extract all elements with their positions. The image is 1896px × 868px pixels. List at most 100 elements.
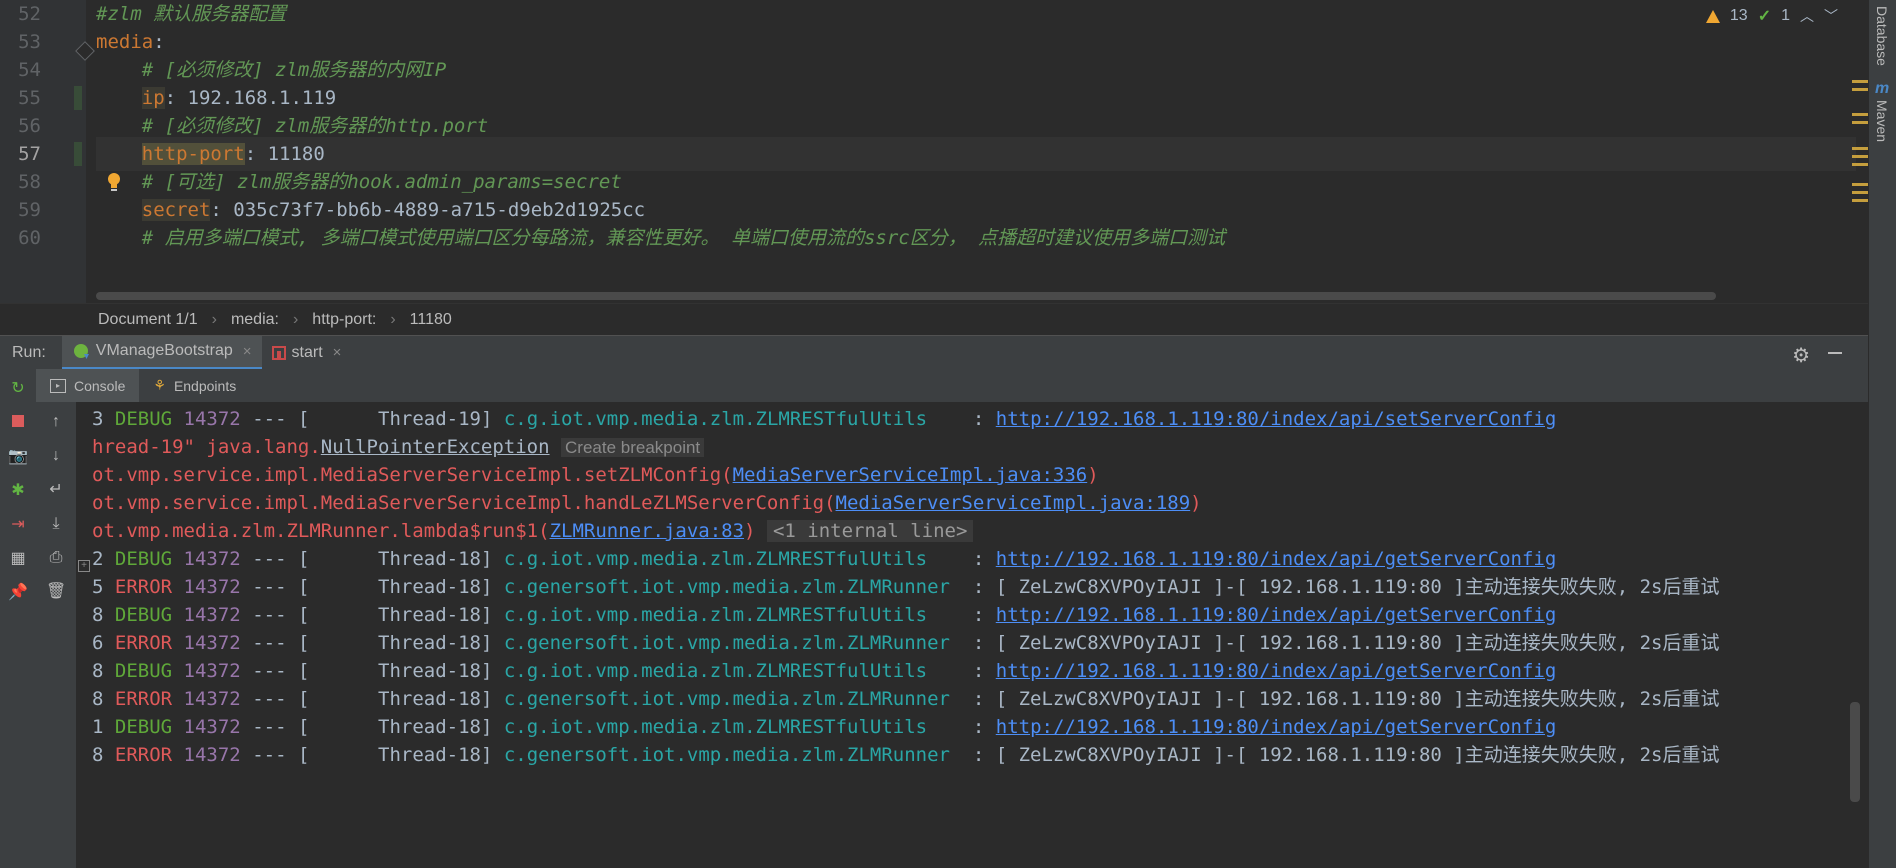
console-line: 8 ERROR 14372 --- [ Thread-18] c.generso… xyxy=(92,738,1720,772)
breadcrumb-item[interactable]: 11180 xyxy=(410,311,452,329)
console-token: 8 xyxy=(92,660,115,682)
console-link[interactable]: http://192.168.1.119:80/index/api/getSer… xyxy=(996,604,1557,626)
pin-icon[interactable]: 📌 xyxy=(8,583,28,603)
console-token: 8 xyxy=(92,744,115,766)
console-icon: ▸ xyxy=(50,378,66,393)
error-stripe[interactable] xyxy=(1852,75,1868,235)
code-editor[interactable]: 52 53 54 55 56 57 58 59 60 #zlm 默认服务器配置 media: # … xyxy=(0,0,1868,303)
console-token: ERROR xyxy=(114,576,173,598)
chevron-down-icon[interactable]: ﹀ xyxy=(1824,6,1838,26)
arrow-up-icon[interactable]: ↑ xyxy=(46,412,66,432)
console-tabs: ▸ Console ⚘ Endpoints xyxy=(36,369,1868,402)
code-token: : xyxy=(153,31,165,53)
console-token: : xyxy=(961,548,996,570)
tab-endpoints[interactable]: ⚘ Endpoints xyxy=(139,369,250,402)
internal-lines-fold[interactable]: <1 internal line> xyxy=(766,520,974,542)
console-token xyxy=(172,744,183,766)
npm-icon xyxy=(271,345,286,360)
console-token: 14372 xyxy=(183,576,241,598)
console-token: ot.vmp.service.impl.MediaServerServiceIm… xyxy=(92,492,836,514)
layout-icon[interactable]: ▦ xyxy=(8,549,28,569)
console-token xyxy=(172,632,183,654)
console-token: --- [ Thread-18] xyxy=(240,660,504,682)
maven-tool-button[interactable]: Maven xyxy=(1874,100,1890,142)
stop-icon[interactable] xyxy=(8,413,28,433)
console-token xyxy=(550,436,561,458)
console-token xyxy=(172,408,183,430)
console-token: --- [ Thread-19] xyxy=(240,408,504,430)
console-token: c.g.iot.vmp.media.zlm.ZLMRESTfulUtils xyxy=(503,548,962,570)
run-toolwindow-header: Run: VManageBootstrap × start × ⚙ xyxy=(0,335,1868,370)
console-token: NullPointerException xyxy=(320,436,550,458)
code-token: : 192.168.1.119 xyxy=(164,87,337,109)
console-link[interactable]: ZLMRunner.java:83 xyxy=(550,520,744,542)
console-token: c.genersoft.iot.vmp.media.zlm.ZLMRunner xyxy=(503,744,962,766)
maven-icon: m xyxy=(1875,80,1890,97)
console-token: 14372 xyxy=(183,744,241,766)
close-icon[interactable]: × xyxy=(243,343,252,360)
camera-icon[interactable]: 📷 xyxy=(8,447,28,467)
console-token: 1 xyxy=(92,716,115,738)
endpoints-icon: ⚘ xyxy=(153,377,166,393)
console-token: c.g.iot.vmp.media.zlm.ZLMRESTfulUtils xyxy=(503,604,962,626)
console-token: c.genersoft.iot.vmp.media.zlm.ZLMRunner xyxy=(503,632,962,654)
print-icon[interactable]: ⎙ xyxy=(46,548,66,568)
expand-icon[interactable]: + xyxy=(78,560,90,572)
code-line[interactable]: # 启用多端口模式, 多端口模式使用端口区分每路流，兼容性更好。 单端口使用流的… xyxy=(96,221,1856,255)
arrow-down-icon[interactable]: ↓ xyxy=(46,446,66,466)
breadcrumb: Document 1/1 › media: › http-port: › 111… xyxy=(0,303,1868,335)
console-output[interactable]: 3 DEBUG 14372 --- [ Thread-19] c.g.iot.v… xyxy=(76,402,1868,868)
run-tab-vmanagebootstrap[interactable]: VManageBootstrap × xyxy=(61,335,262,370)
database-tool-button[interactable]: Database xyxy=(1874,6,1890,66)
inspection-widget[interactable]: 13 ✓ 1 ︿ ﹀ xyxy=(1705,6,1838,26)
console-link[interactable]: MediaServerServiceImpl.java:189 xyxy=(836,492,1191,514)
weak-warning-count: 1 xyxy=(1781,7,1790,24)
console-token: ) xyxy=(744,520,756,542)
horizontal-scrollbar[interactable] xyxy=(96,292,1716,300)
warning-count: 13 xyxy=(1729,7,1748,24)
code-token: : 11180 xyxy=(244,143,325,165)
code-token: media xyxy=(96,31,154,53)
console-token: --- [ Thread-18] xyxy=(240,604,504,626)
run-label: Run: xyxy=(12,343,46,361)
minimize-icon[interactable] xyxy=(1828,352,1842,354)
console-token: 2 xyxy=(92,548,115,570)
exit-icon[interactable]: ⇥ xyxy=(8,515,28,535)
run-left-toolbar: ↻ 📷 ✱ ⇥ ▦ 📌 xyxy=(0,369,36,868)
right-tool-strip: Database m Maven xyxy=(1868,0,1896,868)
breadcrumb-item[interactable]: media: xyxy=(231,311,279,329)
console-link[interactable]: http://192.168.1.119:80/index/api/setSer… xyxy=(996,408,1557,430)
chevron-up-icon[interactable]: ︿ xyxy=(1800,6,1814,26)
console-link[interactable]: http://192.168.1.119:80/index/api/getSer… xyxy=(996,548,1557,570)
run-tab-label: start xyxy=(291,343,323,361)
console-toolbar: ↑ ↓ ↵ ⤓ ⎙ 🗑 xyxy=(36,402,77,868)
console-token: : [ ZeLzwC8XVPOyIAJI ]-[ 192.168.1.119:8… xyxy=(961,632,1720,654)
console-token: 8 xyxy=(92,688,115,710)
tab-console[interactable]: ▸ Console xyxy=(36,369,140,402)
console-token: c.genersoft.iot.vmp.media.zlm.ZLMRunner xyxy=(503,688,962,710)
console-token: : [ ZeLzwC8XVPOyIAJI ]-[ 192.168.1.119:8… xyxy=(961,688,1720,710)
close-icon[interactable]: × xyxy=(333,344,342,361)
console-token: : [ ZeLzwC8XVPOyIAJI ]-[ 192.168.1.119:8… xyxy=(961,744,1720,766)
gear-icon[interactable]: ⚙ xyxy=(1792,343,1810,368)
debug-icon[interactable]: ✱ xyxy=(8,481,28,501)
scroll-to-end-icon[interactable]: ⤓ xyxy=(46,514,66,534)
change-marker xyxy=(74,86,82,110)
breadcrumb-item[interactable]: Document 1/1 xyxy=(98,311,198,329)
console-token: ot.vmp.service.impl.MediaServerServiceIm… xyxy=(92,464,733,486)
console-link[interactable]: http://192.168.1.119:80/index/api/getSer… xyxy=(996,660,1557,682)
rerun-icon[interactable]: ↻ xyxy=(8,379,28,399)
run-tab-start[interactable]: start × xyxy=(262,336,352,370)
console-token: c.g.iot.vmp.media.zlm.ZLMRESTfulUtils xyxy=(503,660,962,682)
code-token: ip xyxy=(141,87,165,109)
breadcrumb-item[interactable]: http-port: xyxy=(312,311,376,329)
create-breakpoint-hint[interactable]: Create breakpoint xyxy=(561,438,705,457)
vertical-scrollbar[interactable] xyxy=(1850,702,1860,802)
spring-boot-icon xyxy=(73,344,89,359)
trash-icon[interactable]: 🗑 xyxy=(46,582,66,602)
console-link[interactable]: MediaServerServiceImpl.java:336 xyxy=(733,464,1088,486)
soft-wrap-icon[interactable]: ↵ xyxy=(46,480,66,500)
console-link[interactable]: http://192.168.1.119:80/index/api/getSer… xyxy=(996,716,1557,738)
